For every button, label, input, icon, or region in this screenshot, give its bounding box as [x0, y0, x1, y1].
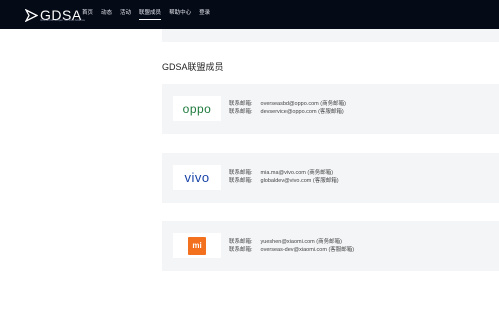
nav-item-events[interactable]: 活动 [120, 9, 131, 18]
gdsa-mark-icon [25, 8, 38, 22]
contact-email[interactable]: overseas-dev@xiaomi.com (客服邮箱) [261, 247, 355, 253]
member-card-oppo: oppo 联系邮箱: overseasbd@oppo.com (商务邮箱) 联系邮… [162, 84, 499, 134]
vivo-logo-text: vivo [184, 170, 210, 185]
contact-email[interactable]: globaldev@vivo.com (客服邮箱) [261, 178, 339, 184]
contact-email[interactable]: yueshen@xiaomi.com (商务邮箱) [261, 239, 342, 245]
contact-line: 联系邮箱: yueshen@xiaomi.com (商务邮箱) [229, 239, 342, 246]
contact-line: 联系邮箱: overseas-dev@xiaomi.com (客服邮箱) [229, 247, 354, 254]
main-nav: 首页 动态 活动 联盟成员 帮助中心 登录 [82, 9, 218, 20]
member-card-vivo: vivo 联系邮箱: mia.ma@vivo.com (商务邮箱) 联系邮箱: gl… [162, 153, 499, 203]
nav-item-login[interactable]: 登录 [199, 9, 210, 18]
vivo-logo: vivo [173, 165, 221, 190]
contact-label: 联系邮箱: [229, 109, 253, 115]
nav-item-home[interactable]: 首页 [82, 9, 93, 18]
contact-email[interactable]: devservice@oppo.com (客服邮箱) [261, 109, 344, 115]
contact-label: 联系邮箱: [229, 170, 253, 176]
xiaomi-logo: mi [173, 233, 221, 258]
oppo-logo-text: oppo [182, 101, 212, 116]
nav-item-members[interactable]: 联盟成员 [139, 9, 162, 20]
contact-line: 联系邮箱: globaldev@vivo.com (客服邮箱) [229, 178, 339, 185]
contact-line: 联系邮箱: overseasbd@oppo.com (商务邮箱) [229, 101, 346, 108]
logo-subtitle: Global Developer Service Alliance [40, 18, 86, 22]
contact-line: 联系邮箱: devservice@oppo.com (客服邮箱) [229, 109, 344, 116]
nav-item-news[interactable]: 动态 [101, 9, 112, 18]
top-navbar: GDSA Global Developer Service Alliance 首… [0, 0, 499, 29]
contact-email[interactable]: mia.ma@vivo.com (商务邮箱) [261, 170, 334, 176]
section-title: GDSA联盟成员 [162, 62, 224, 72]
contact-line: 联系邮箱: mia.ma@vivo.com (商务邮箱) [229, 170, 333, 177]
contact-label: 联系邮箱: [229, 178, 253, 184]
member-card-xiaomi: mi 联系邮箱: yueshen@xiaomi.com (商务邮箱) 联系邮箱: o… [162, 221, 499, 271]
oppo-logo: oppo [173, 96, 221, 121]
contact-label: 联系邮箱: [229, 101, 253, 107]
previous-section-card [162, 29, 499, 42]
nav-item-help[interactable]: 帮助中心 [169, 9, 191, 18]
contact-email[interactable]: overseasbd@oppo.com (商务邮箱) [261, 101, 346, 107]
contact-label: 联系邮箱: [229, 247, 253, 253]
contact-label: 联系邮箱: [229, 239, 253, 245]
xiaomi-logo-badge: mi [188, 236, 206, 255]
